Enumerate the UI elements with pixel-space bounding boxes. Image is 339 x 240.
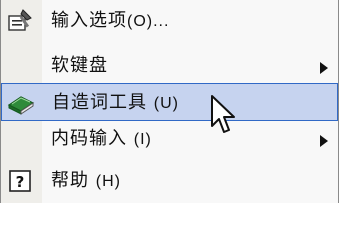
menu-item-internal-code-input[interactable]: 内码输入 (I) xyxy=(1,120,338,158)
menu-item-input-options[interactable]: 输入选项(O)... xyxy=(1,2,338,40)
menu-item-label: 内码输入 (I) xyxy=(51,126,152,153)
menu-item-custom-word-tool[interactable]: 自造词工具 (U) xyxy=(1,83,338,121)
svg-text:?: ? xyxy=(16,173,25,191)
submenu-arrow-icon xyxy=(319,59,329,74)
label-text: 内码输入 xyxy=(51,128,127,149)
label-text: 自造词工具 xyxy=(52,92,147,113)
label-text: 输入选项 xyxy=(51,10,127,31)
label-text: 软键盘 xyxy=(51,55,108,76)
menu-item-label: 输入选项(O)... xyxy=(51,8,169,35)
menu-item-label: 自造词工具 (U) xyxy=(52,90,179,117)
accelerator-text: (I) xyxy=(133,131,152,148)
menu-item-help[interactable]: ? 帮助 (H) xyxy=(1,162,338,200)
accelerator-text: (O)... xyxy=(127,13,170,30)
input-options-icon xyxy=(6,7,34,35)
accelerator-text: (U) xyxy=(153,95,179,112)
menu-item-soft-keyboard[interactable]: 软键盘 xyxy=(1,47,338,85)
context-menu: 输入选项(O)... 软键盘 自造词工具 (U) 内码输入 (I) ? 帮助 (… xyxy=(0,0,339,203)
submenu-arrow-icon xyxy=(319,132,329,147)
accelerator-text: (H) xyxy=(95,173,121,190)
book-icon xyxy=(7,89,35,117)
menu-item-label: 帮助 (H) xyxy=(51,168,121,195)
help-icon: ? xyxy=(6,167,34,195)
label-text: 帮助 xyxy=(51,170,89,191)
menu-item-label: 软键盘 xyxy=(51,53,108,79)
